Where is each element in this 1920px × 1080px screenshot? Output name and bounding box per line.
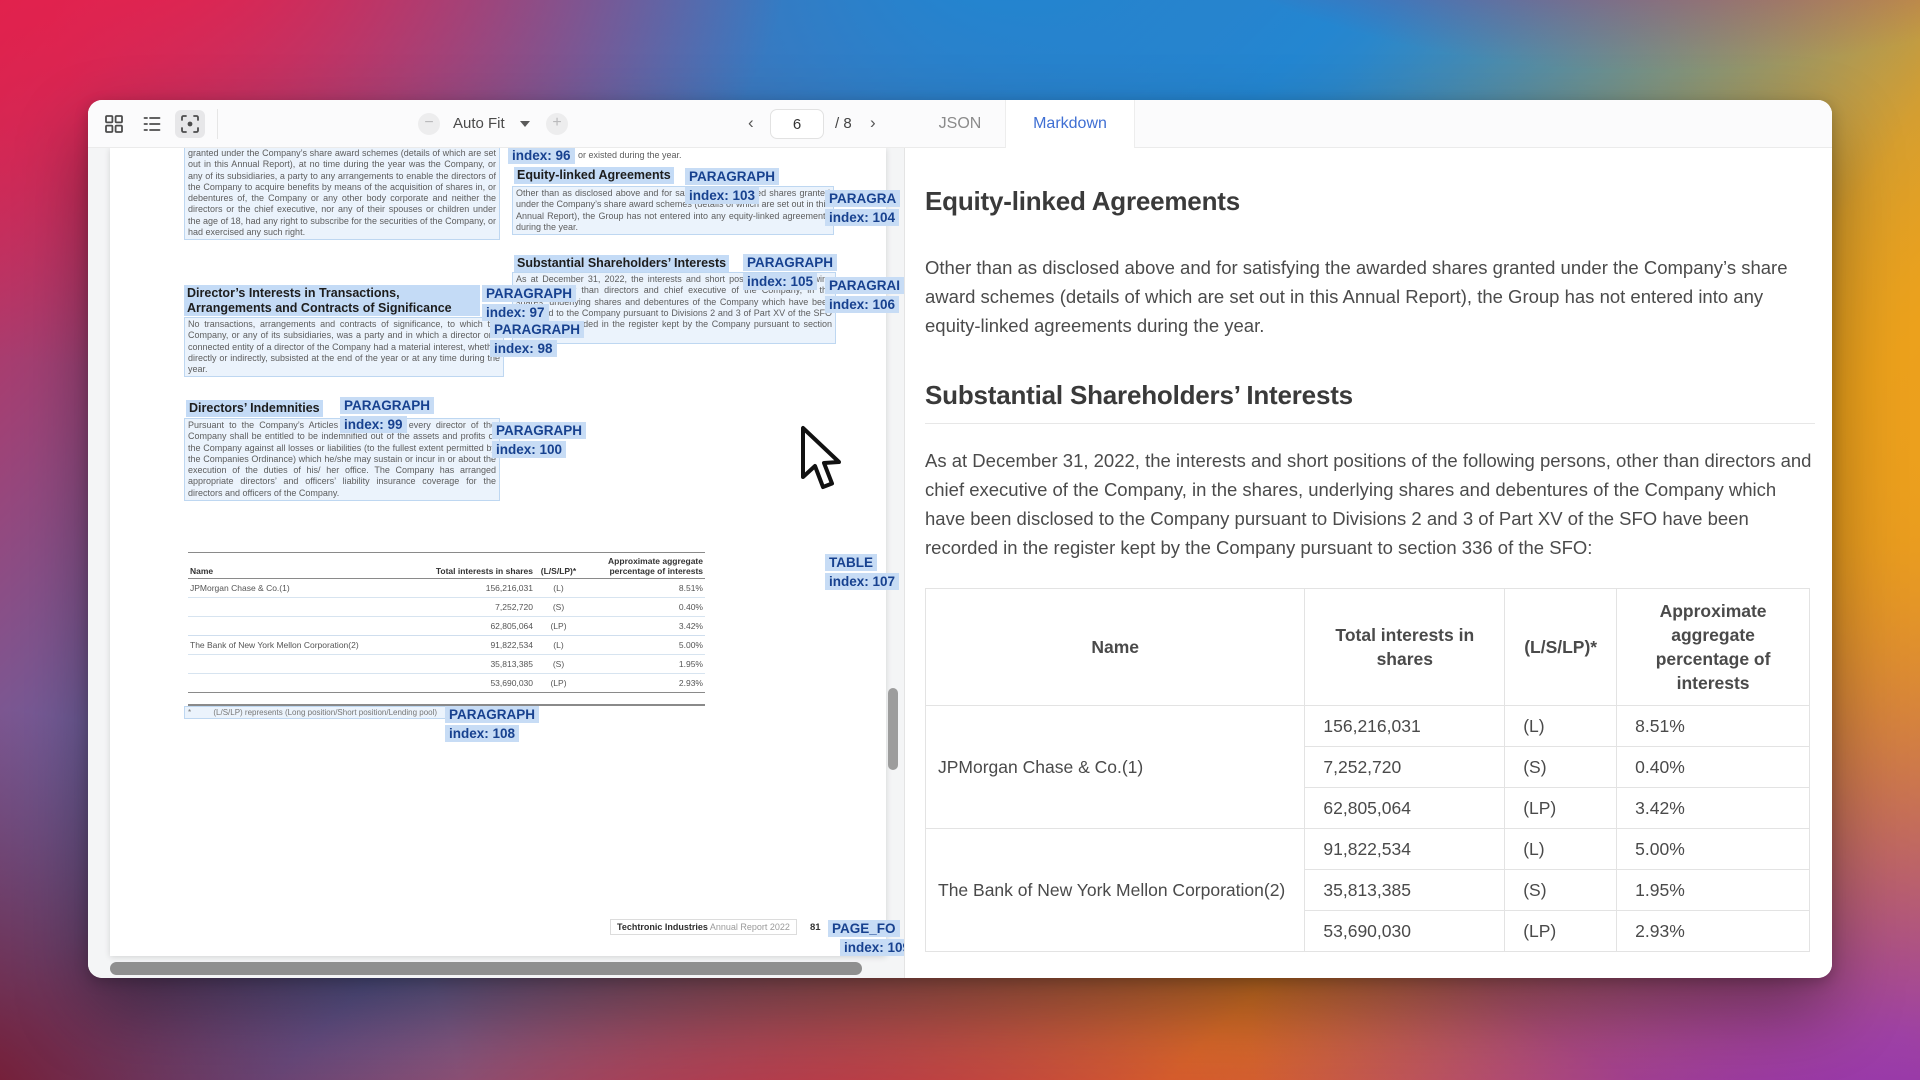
annotation-chip-98[interactable]: PARAGRAPH index: 98 bbox=[490, 321, 585, 357]
footnote-marker: * bbox=[188, 708, 192, 717]
zoom-level-label[interactable]: Auto Fit bbox=[453, 115, 505, 132]
footer-brand: Techtronic Industries bbox=[617, 922, 708, 932]
list-view-icon[interactable] bbox=[137, 110, 167, 138]
pdf-table-header: (L/S/LP)* bbox=[535, 552, 582, 579]
annotation-chip-108[interactable]: PARAGRAPH index: 108 bbox=[445, 706, 540, 742]
table-row: The Bank of New York Mellon Corporation(… bbox=[188, 635, 705, 655]
md-heading-substantial: Substantial Shareholders’ Interests bbox=[925, 380, 1353, 410]
tab-markdown-label: Markdown bbox=[1033, 115, 1107, 132]
md-table: Name Total interests in shares (L/S/LP)*… bbox=[924, 588, 1810, 952]
md-table-header: Approximate aggregate percentage of inte… bbox=[1616, 588, 1810, 706]
pdf-heading-director-interests[interactable]: Director’s Interests in Transactions, Ar… bbox=[184, 285, 480, 316]
footer-title: Annual Report 2022 bbox=[709, 922, 790, 932]
annotation-chip-109[interactable]: PAGE_FO index: 109 bbox=[828, 920, 904, 956]
page-total-label: / 8 bbox=[835, 115, 852, 132]
tab-json-label: JSON bbox=[938, 115, 982, 132]
pdf-heading-indemnities[interactable]: Directors’ Indemnities bbox=[186, 400, 323, 417]
md-table-header: Total interests in shares bbox=[1304, 588, 1506, 706]
pdf-heading-substantial[interactable]: Substantial Shareholders’ Interests bbox=[514, 255, 730, 272]
zoom-in-button[interactable]: + bbox=[546, 113, 568, 135]
annotation-chip-107[interactable]: TABLE index: 107 bbox=[825, 554, 900, 590]
toolbar: − Auto Fit + ‹ / 8 › JSON Markdown bbox=[88, 100, 1832, 148]
table-row: 35,813,385 (S) 1.95% bbox=[188, 654, 705, 674]
pdf-paragraph-region[interactable]: No transactions, arrangements and contra… bbox=[184, 317, 504, 378]
table-row: The Bank of New York Mellon Corporation(… bbox=[924, 828, 1810, 952]
mouse-cursor-icon bbox=[801, 426, 841, 489]
app-window: − Auto Fit + ‹ / 8 › JSON Markdown grant… bbox=[88, 100, 1832, 978]
annotation-chip-105[interactable]: PARAGRAPH index: 105 bbox=[743, 254, 838, 290]
md-paragraph-substantial: As at December 31, 2022, the interests a… bbox=[925, 450, 1812, 558]
pdf-page: granted under the Company’s share award … bbox=[110, 148, 904, 956]
pdf-table-region[interactable]: Name Total interests in shares (L/S/LP)*… bbox=[188, 552, 705, 693]
md-table-header: Name bbox=[924, 588, 1306, 706]
footer-page-number: 81 bbox=[810, 922, 821, 933]
pdf-paragraph-region[interactable]: Other than as disclosed above and for sa… bbox=[512, 186, 834, 236]
annotation-chip-97[interactable]: PARAGRAPH index: 97 bbox=[482, 285, 577, 321]
footnote-text: (L/S/LP) represents (Long position/Short… bbox=[213, 708, 438, 717]
pdf-text-fragment: or existed during the year. bbox=[578, 150, 682, 160]
pdf-table-header: Name bbox=[188, 552, 400, 579]
annotation-chip-100[interactable]: PARAGRAPH index: 100 bbox=[492, 422, 587, 458]
pdf-heading-equity[interactable]: Equity-linked Agreements bbox=[514, 167, 674, 184]
tab-markdown[interactable]: Markdown bbox=[1005, 100, 1135, 148]
pdf-table-header: Approximate aggregate percentage of inte… bbox=[582, 552, 705, 579]
annotation-chip-103[interactable]: PARAGRAPH index: 103 bbox=[685, 168, 780, 204]
vertical-scrollbar-thumb[interactable] bbox=[888, 688, 898, 770]
table-row: 53,690,030 (LP) 2.93% bbox=[188, 673, 705, 693]
toolbar-separator bbox=[217, 109, 218, 139]
annotation-chip-104[interactable]: PARAGRA index: 104 bbox=[825, 190, 901, 226]
heading-divider bbox=[925, 423, 1815, 424]
annotation-chip-96[interactable]: index: 96 bbox=[508, 148, 575, 164]
zoom-caret-icon[interactable] bbox=[520, 121, 530, 127]
page-input[interactable] bbox=[770, 109, 824, 139]
annotation-chip-99[interactable]: PARAGRAPH index: 99 bbox=[340, 397, 435, 433]
annotation-chip-106[interactable]: PARAGRAI index: 106 bbox=[825, 277, 904, 313]
pdf-viewer-panel: granted under the Company’s share award … bbox=[88, 148, 905, 978]
md-table-header: (L/S/LP)* bbox=[1504, 588, 1618, 706]
pdf-table-header: Total interests in shares bbox=[400, 552, 535, 579]
zoom-out-button[interactable]: − bbox=[418, 113, 440, 135]
md-heading-equity: Equity-linked Agreements bbox=[925, 186, 1240, 216]
tab-json[interactable]: JSON bbox=[915, 100, 1005, 148]
md-paragraph-equity: Other than as disclosed above and for sa… bbox=[925, 257, 1788, 336]
table-row: JPMorgan Chase & Co.(1) 156,216,031 (L) 8.5… bbox=[188, 578, 705, 598]
markdown-preview-panel: Equity-linked Agreements Other than as d… bbox=[905, 148, 1832, 978]
grid-view-icon[interactable] bbox=[99, 110, 129, 138]
focus-region-icon[interactable] bbox=[175, 110, 205, 138]
next-page-button[interactable]: › bbox=[870, 113, 876, 133]
pdf-page-footer[interactable]: Techtronic Industries Annual Report 2022 bbox=[610, 919, 797, 935]
horizontal-scrollbar-thumb[interactable] bbox=[110, 962, 862, 975]
pdf-paragraph-region[interactable]: granted under the Company’s share award … bbox=[184, 148, 500, 241]
table-row: 7,252,720 (S) 0.40% bbox=[188, 597, 705, 617]
prev-page-button[interactable]: ‹ bbox=[748, 113, 754, 133]
table-row: 62,805,064 (LP) 3.42% bbox=[188, 616, 705, 636]
table-row: JPMorgan Chase & Co.(1) 156,216,031 (L) 8.… bbox=[924, 705, 1810, 829]
